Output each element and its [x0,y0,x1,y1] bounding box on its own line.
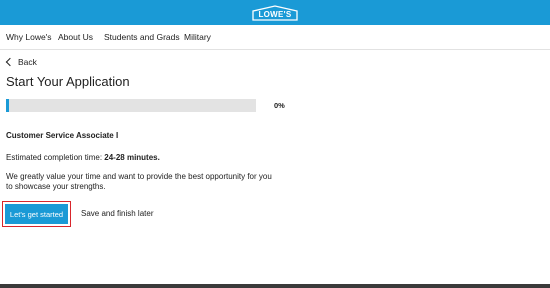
chevron-left-icon [5,57,15,67]
save-and-finish-later-link[interactable]: Save and finish later [81,209,154,218]
progress-bar-fill [6,99,9,112]
nav-item-about-us[interactable]: About Us [58,32,93,42]
back-label: Back [18,57,37,67]
estimated-completion-time: Estimated completion time: 24-28 minutes… [6,153,160,162]
lowes-logo[interactable]: LOWE'S [252,5,298,21]
bottom-border [0,284,550,288]
progress-bar [6,99,256,112]
estimate-prefix: Estimated completion time: [6,153,105,162]
intro-message: We greatly value your time and want to p… [6,172,272,191]
nav-item-why-lowes[interactable]: Why Lowe's [6,32,52,42]
nav-item-military[interactable]: Military [184,32,211,42]
estimate-value: 24-28 minutes. [104,153,160,162]
progress-percent: 0% [274,101,285,110]
page-title: Start Your Application [6,74,130,89]
top-nav: Why Lowe's About Us Students and Grads M… [0,25,550,50]
lets-get-started-button[interactable]: Let's get started [5,204,68,224]
logo-text: LOWE'S [258,10,292,19]
nav-item-students-and-grads[interactable]: Students and Grads [104,32,180,42]
back-link[interactable]: Back [5,57,37,67]
job-title: Customer Service Associate I [6,131,119,140]
header-bar: LOWE'S [0,0,550,25]
